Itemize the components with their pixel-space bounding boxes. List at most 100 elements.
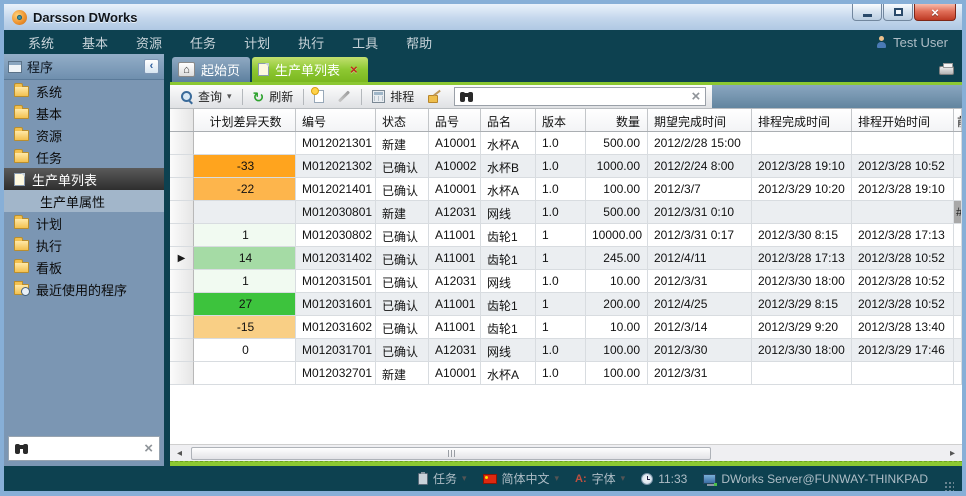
table-row[interactable]: M012030801新建A12031网线1.0500.002012/3/31 0… xyxy=(170,201,962,224)
row-selector[interactable] xyxy=(170,201,194,224)
table-cell[interactable]: 2012/3/29 17:46 xyxy=(852,339,954,362)
table-cell[interactable]: 2012/2/28 15:00 xyxy=(648,132,752,155)
table-cell[interactable]: 200.00 xyxy=(586,293,648,316)
menu-item[interactable]: 工具 xyxy=(338,33,392,52)
table-cell[interactable]: 已确认 xyxy=(376,247,429,270)
table-cell[interactable] xyxy=(852,201,954,224)
table-cell[interactable]: M012031501 xyxy=(296,270,376,293)
row-selector[interactable] xyxy=(170,132,194,155)
table-cell[interactable]: 2012/3/28 10:52 xyxy=(852,270,954,293)
table-cell[interactable]: 2012/3/28 17:13 xyxy=(852,224,954,247)
schedule-button[interactable]: 排程 xyxy=(367,86,419,107)
table-cell[interactable]: 1 xyxy=(194,270,296,293)
menu-item[interactable]: 资源 xyxy=(122,33,176,52)
printer-icon[interactable] xyxy=(939,66,954,75)
table-row[interactable]: -15M012031602已确认A11001齿轮1110.002012/3/14… xyxy=(170,316,962,339)
table-cell[interactable]: 新建 xyxy=(376,362,429,385)
table-cell[interactable]: 2012/3/28 13:40 xyxy=(852,316,954,339)
table-cell[interactable]: 1 xyxy=(536,293,586,316)
collapse-sidebar-button[interactable]: ‹ xyxy=(144,59,159,74)
close-window-button[interactable]: × xyxy=(914,4,956,21)
table-cell[interactable]: 1 xyxy=(536,224,586,247)
table-cell[interactable]: 已确认 xyxy=(376,178,429,201)
clear-search-icon[interactable]: × xyxy=(692,89,701,104)
table-cell[interactable]: M012031601 xyxy=(296,293,376,316)
sidebar-item[interactable]: 资源 xyxy=(4,124,164,146)
table-cell[interactable]: 2012/2/24 8:00 xyxy=(648,155,752,178)
table-cell[interactable]: 10.00 xyxy=(586,270,648,293)
table-cell[interactable]: 水杯A xyxy=(481,362,536,385)
row-selector[interactable] xyxy=(170,362,194,385)
table-cell[interactable]: 2012/3/14 xyxy=(648,316,752,339)
table-cell[interactable]: A12031 xyxy=(429,339,481,362)
column-header[interactable]: 前 xyxy=(954,109,962,131)
task-dropdown[interactable]: 任务 ▾ xyxy=(418,470,467,487)
menu-item[interactable]: 任务 xyxy=(176,33,230,52)
table-cell[interactable] xyxy=(954,224,962,247)
table-cell[interactable] xyxy=(852,132,954,155)
table-cell[interactable] xyxy=(194,132,296,155)
table-cell[interactable]: A12031 xyxy=(429,270,481,293)
table-cell[interactable]: 2012/3/28 17:13 xyxy=(752,247,852,270)
table-cell[interactable] xyxy=(752,132,852,155)
sidebar-item[interactable]: 生产单属性 xyxy=(4,190,164,212)
table-cell[interactable]: 1.0 xyxy=(536,362,586,385)
table-cell[interactable]: M012031701 xyxy=(296,339,376,362)
table-cell[interactable]: 2012/3/28 10:52 xyxy=(852,293,954,316)
menu-item[interactable]: 执行 xyxy=(284,33,338,52)
table-cell[interactable]: 100.00 xyxy=(586,362,648,385)
table-cell[interactable]: A11001 xyxy=(429,293,481,316)
table-cell[interactable]: 1 xyxy=(194,224,296,247)
table-cell[interactable]: 1.0 xyxy=(536,270,586,293)
maximize-button[interactable] xyxy=(883,4,913,21)
sidebar-item[interactable]: 系统 xyxy=(4,80,164,102)
table-cell[interactable]: 2012/3/30 8:15 xyxy=(752,224,852,247)
table-cell[interactable]: 已确认 xyxy=(376,224,429,247)
table-row[interactable]: 1M012030802已确认A11001齿轮1110000.002012/3/3… xyxy=(170,224,962,247)
table-cell[interactable]: M012031402 xyxy=(296,247,376,270)
sidebar-header[interactable]: 程序 ‹ xyxy=(4,54,164,80)
table-cell[interactable]: 100.00 xyxy=(586,178,648,201)
table-cell[interactable]: 2012/3/28 10:52 xyxy=(852,247,954,270)
table-cell[interactable]: 齿轮1 xyxy=(481,293,536,316)
tab-home[interactable]: ⌂ 起始页 xyxy=(172,57,250,82)
table-cell[interactable]: 1.0 xyxy=(536,201,586,224)
new-button[interactable] xyxy=(309,88,329,105)
table-cell[interactable]: 1 xyxy=(536,247,586,270)
table-cell[interactable]: 已确认 xyxy=(376,316,429,339)
table-row[interactable]: 0M012031701已确认A12031网线1.0100.002012/3/30… xyxy=(170,339,962,362)
table-cell[interactable]: 1.0 xyxy=(536,178,586,201)
table-cell[interactable]: A12031 xyxy=(429,201,481,224)
table-cell[interactable] xyxy=(954,270,962,293)
row-selector[interactable] xyxy=(170,224,194,247)
table-cell[interactable]: 2012/3/31 0:10 xyxy=(648,201,752,224)
row-selector[interactable] xyxy=(170,270,194,293)
edit-button[interactable] xyxy=(332,93,356,100)
column-header[interactable]: 版本 xyxy=(536,109,586,131)
table-cell[interactable]: 2012/3/29 9:20 xyxy=(752,316,852,339)
table-cell[interactable] xyxy=(954,339,962,362)
query-button[interactable]: 查询 ▾ xyxy=(176,86,237,107)
table-cell[interactable]: -15 xyxy=(194,316,296,339)
column-header[interactable]: 数量 xyxy=(586,109,648,131)
table-cell[interactable]: 2012/4/11 xyxy=(648,247,752,270)
clean-button[interactable] xyxy=(422,88,447,106)
column-header[interactable]: 期望完成时间 xyxy=(648,109,752,131)
table-cell[interactable]: A11001 xyxy=(429,224,481,247)
table-cell[interactable] xyxy=(752,362,852,385)
sidebar-item[interactable]: 基本 xyxy=(4,102,164,124)
table-cell[interactable]: A10001 xyxy=(429,362,481,385)
table-cell[interactable]: 2012/3/29 10:20 xyxy=(752,178,852,201)
table-row[interactable]: M012032701新建A10001水杯A1.0100.002012/3/31 xyxy=(170,362,962,385)
table-cell[interactable]: M012031602 xyxy=(296,316,376,339)
table-cell[interactable]: 1 xyxy=(536,316,586,339)
table-row[interactable]: M012021301新建A10001水杯A1.0500.002012/2/28 … xyxy=(170,132,962,155)
table-cell[interactable]: 100.00 xyxy=(586,339,648,362)
table-cell[interactable]: 27 xyxy=(194,293,296,316)
table-cell[interactable]: 齿轮1 xyxy=(481,224,536,247)
table-row[interactable]: 27M012031601已确认A11001齿轮11200.002012/4/25… xyxy=(170,293,962,316)
table-cell[interactable]: 新建 xyxy=(376,132,429,155)
row-selector[interactable] xyxy=(170,178,194,201)
scroll-left-icon[interactable]: ◂ xyxy=(172,448,187,459)
table-cell[interactable] xyxy=(852,362,954,385)
